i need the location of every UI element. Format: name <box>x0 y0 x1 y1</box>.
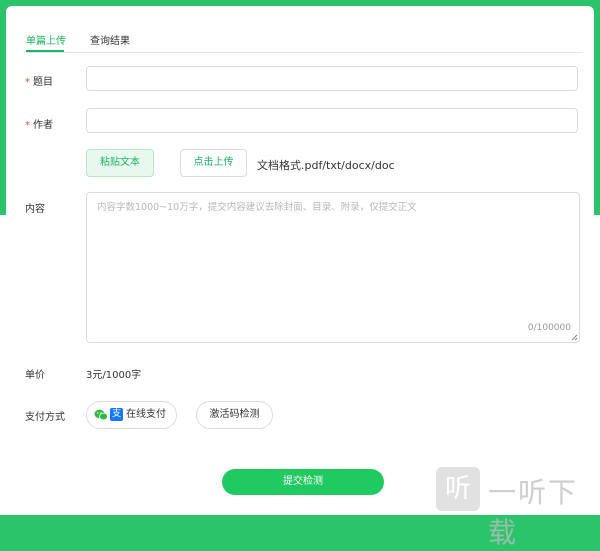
wechat-icon <box>94 409 108 421</box>
content-placeholder: 内容字数1000~10万字，提交内容建议去除封面、目录、附录，仅提交正文 <box>97 202 417 213</box>
activation-code-button[interactable]: 激活码检测 <box>196 401 273 429</box>
author-input[interactable] <box>86 108 578 133</box>
watermark-logo-icon: 听 <box>436 467 480 511</box>
resize-handle-icon[interactable] <box>571 334 578 341</box>
watermark-text: 一听下载 <box>488 476 579 549</box>
author-label: * 作者 <box>25 120 53 131</box>
char-counter: 0/100000 <box>527 323 571 333</box>
required-mark: * <box>25 77 30 88</box>
title-input[interactable] <box>86 66 578 91</box>
tab-query-results[interactable]: 查询结果 <box>90 32 130 47</box>
file-format-hint: 文档格式.pdf/txt/docx/doc <box>257 159 395 172</box>
submit-check-button[interactable]: 提交检测 <box>222 469 384 495</box>
payment-method-label: 支付方式 <box>25 412 65 423</box>
active-tab-indicator <box>26 50 64 52</box>
title-label: * 题目 <box>25 77 53 88</box>
alipay-icon: 支 <box>110 408 123 421</box>
online-pay-label: 在线支付 <box>126 409 166 420</box>
price-value: 3元/1000字 <box>86 370 142 381</box>
content-textarea[interactable]: 内容字数1000~10万字，提交内容建议去除封面、目录、附录，仅提交正文 0/1… <box>86 192 580 343</box>
required-mark: * <box>25 120 30 131</box>
tab-single-upload[interactable]: 单篇上传 <box>26 32 66 47</box>
price-label: 单价 <box>25 370 45 381</box>
online-pay-button[interactable]: 支 在线支付 <box>86 401 177 429</box>
upload-form-card: 单篇上传 查询结果 * 题目 * 作者 粘贴文本 点击上传 文档格式.pdf/txt… <box>6 6 594 515</box>
tab-bar: 单篇上传 查询结果 <box>24 24 582 53</box>
content-label: 内容 <box>25 204 45 215</box>
paste-text-button[interactable]: 粘贴文本 <box>86 149 154 177</box>
click-upload-button[interactable]: 点击上传 <box>180 149 247 177</box>
watermark: 听 一听下载 <box>436 467 600 549</box>
